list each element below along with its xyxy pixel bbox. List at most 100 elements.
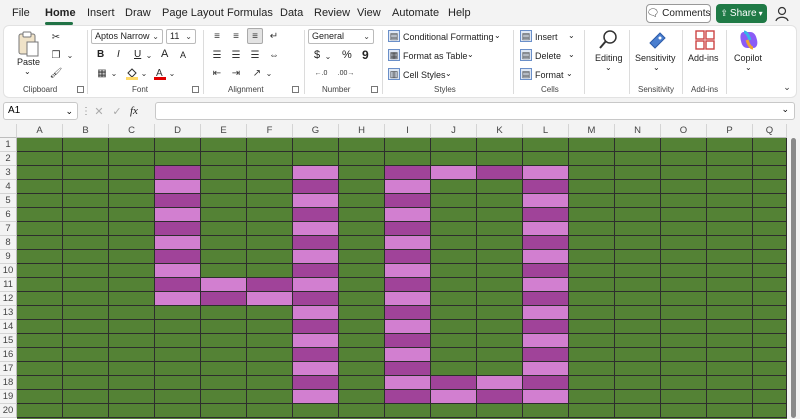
cell-m6[interactable] <box>569 208 615 222</box>
cell-p5[interactable] <box>707 194 753 208</box>
cell-p16[interactable] <box>707 348 753 362</box>
cell-g15[interactable] <box>293 334 339 348</box>
cell-m10[interactable] <box>569 264 615 278</box>
cell-h7[interactable] <box>339 222 385 236</box>
cell-a5[interactable] <box>17 194 63 208</box>
row-header-15[interactable]: 15 <box>0 334 17 348</box>
cell-n3[interactable] <box>615 166 661 180</box>
cell-n16[interactable] <box>615 348 661 362</box>
cell-p3[interactable] <box>707 166 753 180</box>
cell-j20[interactable] <box>431 404 477 418</box>
cell-m11[interactable] <box>569 278 615 292</box>
cell-i15[interactable] <box>385 334 431 348</box>
cell-q12[interactable] <box>753 292 787 306</box>
cell-d19[interactable] <box>155 390 201 404</box>
cell-b2[interactable] <box>63 152 109 166</box>
cell-a20[interactable] <box>17 404 63 418</box>
cell-b8[interactable] <box>63 236 109 250</box>
cell-n1[interactable] <box>615 138 661 152</box>
cell-n17[interactable] <box>615 362 661 376</box>
cell-c1[interactable] <box>109 138 155 152</box>
cell-f5[interactable] <box>247 194 293 208</box>
cell-p19[interactable] <box>707 390 753 404</box>
delete-button[interactable]: Delete <box>535 51 561 61</box>
cell-j15[interactable] <box>431 334 477 348</box>
cell-n13[interactable] <box>615 306 661 320</box>
row-header-7[interactable]: 7 <box>0 222 17 236</box>
cell-m9[interactable] <box>569 250 615 264</box>
cell-a6[interactable] <box>17 208 63 222</box>
cell-b12[interactable] <box>63 292 109 306</box>
cell-g12[interactable] <box>293 292 339 306</box>
cell-h9[interactable] <box>339 250 385 264</box>
cell-n4[interactable] <box>615 180 661 194</box>
cell-o7[interactable] <box>661 222 707 236</box>
italic-button[interactable]: I <box>117 49 120 60</box>
cell-i2[interactable] <box>385 152 431 166</box>
format-as-table-button[interactable]: Format as Table <box>403 51 467 61</box>
cell-p12[interactable] <box>707 292 753 306</box>
cell-p1[interactable] <box>707 138 753 152</box>
cell-j1[interactable] <box>431 138 477 152</box>
cell-p9[interactable] <box>707 250 753 264</box>
cell-l1[interactable] <box>523 138 569 152</box>
cell-e9[interactable] <box>201 250 247 264</box>
font-size-select[interactable]: 11 ⌄ <box>166 29 196 44</box>
column-header-e[interactable]: E <box>201 124 247 138</box>
cell-styles-button[interactable]: Cell Styles <box>403 70 446 80</box>
cell-e20[interactable] <box>201 404 247 418</box>
cell-h1[interactable] <box>339 138 385 152</box>
cell-p4[interactable] <box>707 180 753 194</box>
cell-m18[interactable] <box>569 376 615 390</box>
percent-button[interactable]: % <box>342 49 352 61</box>
cell-l14[interactable] <box>523 320 569 334</box>
cell-p18[interactable] <box>707 376 753 390</box>
cell-a9[interactable] <box>17 250 63 264</box>
cell-l17[interactable] <box>523 362 569 376</box>
cell-o4[interactable] <box>661 180 707 194</box>
cell-k6[interactable] <box>477 208 523 222</box>
cell-b13[interactable] <box>63 306 109 320</box>
cell-g10[interactable] <box>293 264 339 278</box>
cell-m2[interactable] <box>569 152 615 166</box>
cell-o1[interactable] <box>661 138 707 152</box>
cell-h8[interactable] <box>339 236 385 250</box>
chevron-down-icon[interactable]: ⌄ <box>467 50 474 59</box>
cell-l18[interactable] <box>523 376 569 390</box>
chevron-down-icon[interactable]: ⌄ <box>168 66 176 80</box>
increase-decimal-icon[interactable]: ←.0 <box>313 67 329 79</box>
cell-n7[interactable] <box>615 222 661 236</box>
column-header-b[interactable]: B <box>63 124 109 138</box>
cell-a4[interactable] <box>17 180 63 194</box>
font-launcher-icon[interactable] <box>192 86 199 93</box>
cell-q4[interactable] <box>753 180 787 194</box>
cell-b7[interactable] <box>63 222 109 236</box>
cell-b14[interactable] <box>63 320 109 334</box>
sensitivity-button[interactable]: Sensitivity <box>635 53 676 63</box>
cell-k19[interactable] <box>477 390 523 404</box>
cell-c18[interactable] <box>109 376 155 390</box>
cell-m3[interactable] <box>569 166 615 180</box>
chevron-down-icon[interactable]: ⌄ <box>145 49 153 61</box>
cell-f9[interactable] <box>247 250 293 264</box>
cell-a15[interactable] <box>17 334 63 348</box>
chevron-down-icon[interactable]: ⌄ <box>140 66 148 80</box>
cell-k18[interactable] <box>477 376 523 390</box>
align-left-icon[interactable]: ☰ <box>210 48 224 62</box>
chevron-down-icon[interactable]: ⌄ <box>110 66 118 80</box>
cell-k11[interactable] <box>477 278 523 292</box>
cell-q7[interactable] <box>753 222 787 236</box>
currency-button[interactable]: $ <box>314 49 320 61</box>
cell-a12[interactable] <box>17 292 63 306</box>
cell-d10[interactable] <box>155 264 201 278</box>
decrease-decimal-icon[interactable]: .00→ <box>338 67 355 79</box>
menu-tab-help[interactable]: Help <box>448 7 471 19</box>
cell-l4[interactable] <box>523 180 569 194</box>
cell-j9[interactable] <box>431 250 477 264</box>
cell-l16[interactable] <box>523 348 569 362</box>
row-header-8[interactable]: 8 <box>0 236 17 250</box>
cell-g19[interactable] <box>293 390 339 404</box>
cell-j11[interactable] <box>431 278 477 292</box>
cell-f2[interactable] <box>247 152 293 166</box>
cell-l11[interactable] <box>523 278 569 292</box>
